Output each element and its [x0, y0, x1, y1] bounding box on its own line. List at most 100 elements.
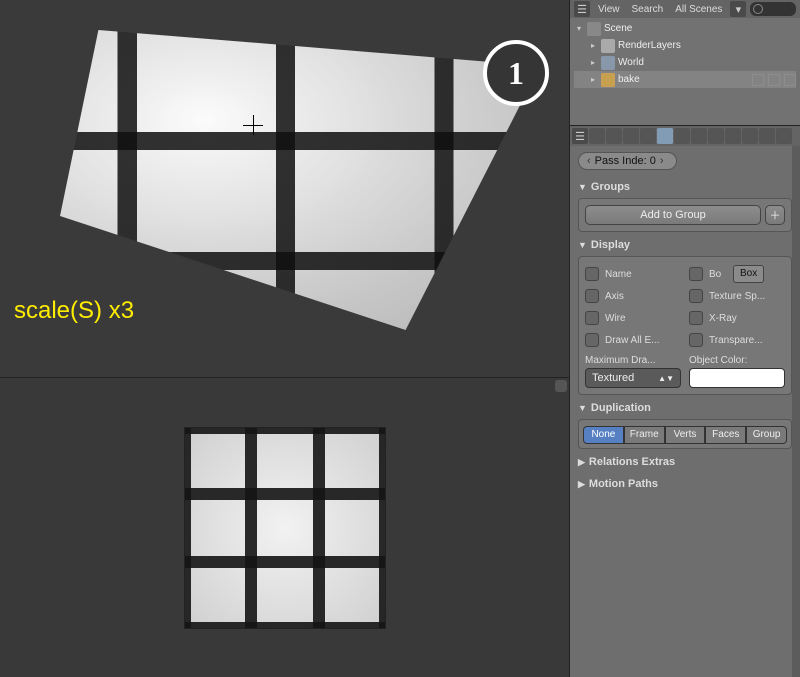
editor-type-icon[interactable]: ☰	[574, 1, 590, 17]
visibility-toggle-icon[interactable]	[752, 74, 764, 86]
max-draw-type-label: Maximum Dra...	[585, 355, 681, 366]
outliner-search-input[interactable]	[750, 2, 796, 16]
disclosure-down-icon: ▼	[578, 240, 587, 250]
prop-tab-render[interactable]	[589, 128, 605, 144]
world-icon	[601, 56, 615, 70]
check-transparent[interactable]	[689, 333, 703, 347]
panel-header-relations[interactable]: ▶ Relations Extras	[578, 453, 792, 471]
dupli-tab-frame[interactable]: Frame	[624, 426, 665, 444]
disclosure-down-icon: ▼	[578, 403, 587, 413]
baked-texture-preview[interactable]	[185, 428, 385, 628]
check-wire[interactable]	[585, 311, 599, 325]
check-label: Axis	[605, 291, 681, 302]
tree-label: Scene	[604, 23, 632, 34]
panel-header-motion[interactable]: ▶ Motion Paths	[578, 475, 792, 493]
check-axis[interactable]	[585, 289, 599, 303]
check-label: Texture Sp...	[709, 291, 785, 302]
check-label: Name	[605, 269, 681, 280]
mesh-object-icon	[601, 73, 615, 87]
chevron-right-icon[interactable]: ›	[660, 155, 664, 167]
outliner-tree[interactable]: ▾ Scene ▸ RenderLayers ▸ World ▸ bake	[570, 18, 800, 125]
add-group-plus-button[interactable]: ＋	[765, 205, 785, 225]
tree-active-object[interactable]: ▸ bake	[574, 71, 796, 88]
panel-header-duplication[interactable]: ▼ Duplication	[578, 399, 792, 417]
disclosure-icon[interactable]: ▸	[588, 75, 598, 85]
check-label: Bo	[709, 269, 727, 280]
pass-index-field[interactable]: ‹ Pass Inde: 0 ›	[578, 152, 677, 170]
viewport-3d[interactable]: scale(S) x3 1	[0, 0, 569, 378]
render-toggle-icon[interactable]	[784, 74, 796, 86]
dropdown-icon: ▲▼	[658, 374, 674, 383]
panel-title: Groups	[591, 181, 630, 193]
disclosure-icon[interactable]: ▾	[574, 24, 584, 34]
selectable-toggle-icon[interactable]	[768, 74, 780, 86]
check-texture-space[interactable]	[689, 289, 703, 303]
prop-tab-particles[interactable]	[759, 128, 775, 144]
dupli-tab-faces[interactable]: Faces	[705, 426, 746, 444]
tree-renderlayers[interactable]: ▸ RenderLayers	[574, 37, 796, 54]
prop-tab-object[interactable]	[657, 128, 673, 144]
disclosure-right-icon: ▶	[578, 479, 585, 490]
tree-label: bake	[618, 74, 640, 85]
outliner-menu-search[interactable]: Search	[628, 4, 668, 15]
editor-type-icon[interactable]: ☰	[572, 128, 588, 144]
check-bounds[interactable]	[689, 267, 703, 281]
prop-tab-scene[interactable]	[623, 128, 639, 144]
panel-groups: ▼ Groups Add to Group ＋	[578, 178, 792, 232]
bounds-type-button[interactable]: Box	[733, 265, 764, 283]
add-to-group-button[interactable]: Add to Group	[585, 205, 761, 225]
disclosure-icon[interactable]: ▸	[588, 58, 598, 68]
object-color-swatch[interactable]	[689, 368, 785, 388]
check-label: Wire	[605, 313, 681, 324]
outliner-panel: ☰ View Search All Scenes ▾ ▾ Scene ▸ Ren…	[570, 0, 800, 126]
panel-title: Duplication	[591, 402, 651, 414]
prop-tab-constraints[interactable]	[674, 128, 690, 144]
check-xray[interactable]	[689, 311, 703, 325]
max-draw-type-select[interactable]: Textured ▲▼	[585, 368, 681, 388]
properties-scrollbar[interactable]	[792, 146, 800, 677]
panel-motion-paths: ▶ Motion Paths	[578, 475, 792, 493]
panel-title: Motion Paths	[589, 478, 658, 490]
disclosure-right-icon: ▶	[578, 457, 585, 468]
prop-tab-data[interactable]	[708, 128, 724, 144]
tree-label: RenderLayers	[618, 40, 681, 51]
prop-tab-physics[interactable]	[776, 128, 792, 144]
outliner-menu-view[interactable]: View	[594, 4, 624, 15]
dupli-tab-none[interactable]: None	[583, 426, 624, 444]
textured-plane-object[interactable]	[60, 30, 540, 330]
check-draw-all-edges[interactable]	[585, 333, 599, 347]
prop-tab-world[interactable]	[640, 128, 656, 144]
tree-world[interactable]: ▸ World	[574, 54, 796, 71]
chevron-left-icon[interactable]: ‹	[587, 155, 591, 167]
prop-tab-layers[interactable]	[606, 128, 622, 144]
panel-drag-handle[interactable]	[555, 380, 567, 392]
prop-tab-texture[interactable]	[742, 128, 758, 144]
prop-tab-material[interactable]	[725, 128, 741, 144]
disclosure-down-icon: ▼	[578, 182, 587, 192]
pass-index-label: Pass Inde:	[595, 155, 647, 167]
dupli-tab-verts[interactable]: Verts	[665, 426, 706, 444]
outliner-scene-filter[interactable]: All Scenes	[671, 4, 726, 15]
outliner-header: ☰ View Search All Scenes ▾	[570, 0, 800, 18]
panel-header-display[interactable]: ▼ Display	[578, 236, 792, 254]
select-value: Textured	[592, 372, 634, 384]
check-label: Transpare...	[709, 335, 785, 346]
dupli-tab-group[interactable]: Group	[746, 426, 787, 444]
panel-duplication: ▼ Duplication None Frame Verts Faces Gro…	[578, 399, 792, 449]
panel-title: Display	[591, 239, 630, 251]
prop-tab-modifiers[interactable]	[691, 128, 707, 144]
image-editor[interactable]	[0, 378, 569, 677]
panel-header-groups[interactable]: ▼ Groups	[578, 178, 792, 196]
filter-dropdown-icon[interactable]: ▾	[730, 1, 746, 17]
disclosure-icon[interactable]: ▸	[588, 41, 598, 51]
object-color-label: Object Color:	[689, 355, 785, 366]
tree-scene[interactable]: ▾ Scene	[574, 20, 796, 37]
check-name[interactable]	[585, 267, 599, 281]
panel-title: Relations Extras	[589, 456, 675, 468]
plus-icon: ＋	[770, 207, 781, 223]
properties-panel: ☰ ‹ Pass Inde: 0 › ▼	[570, 126, 800, 677]
pass-index-value: 0	[650, 155, 656, 167]
properties-header: ☰	[570, 126, 800, 146]
tree-label: World	[618, 57, 644, 68]
check-label: X-Ray	[709, 313, 785, 324]
